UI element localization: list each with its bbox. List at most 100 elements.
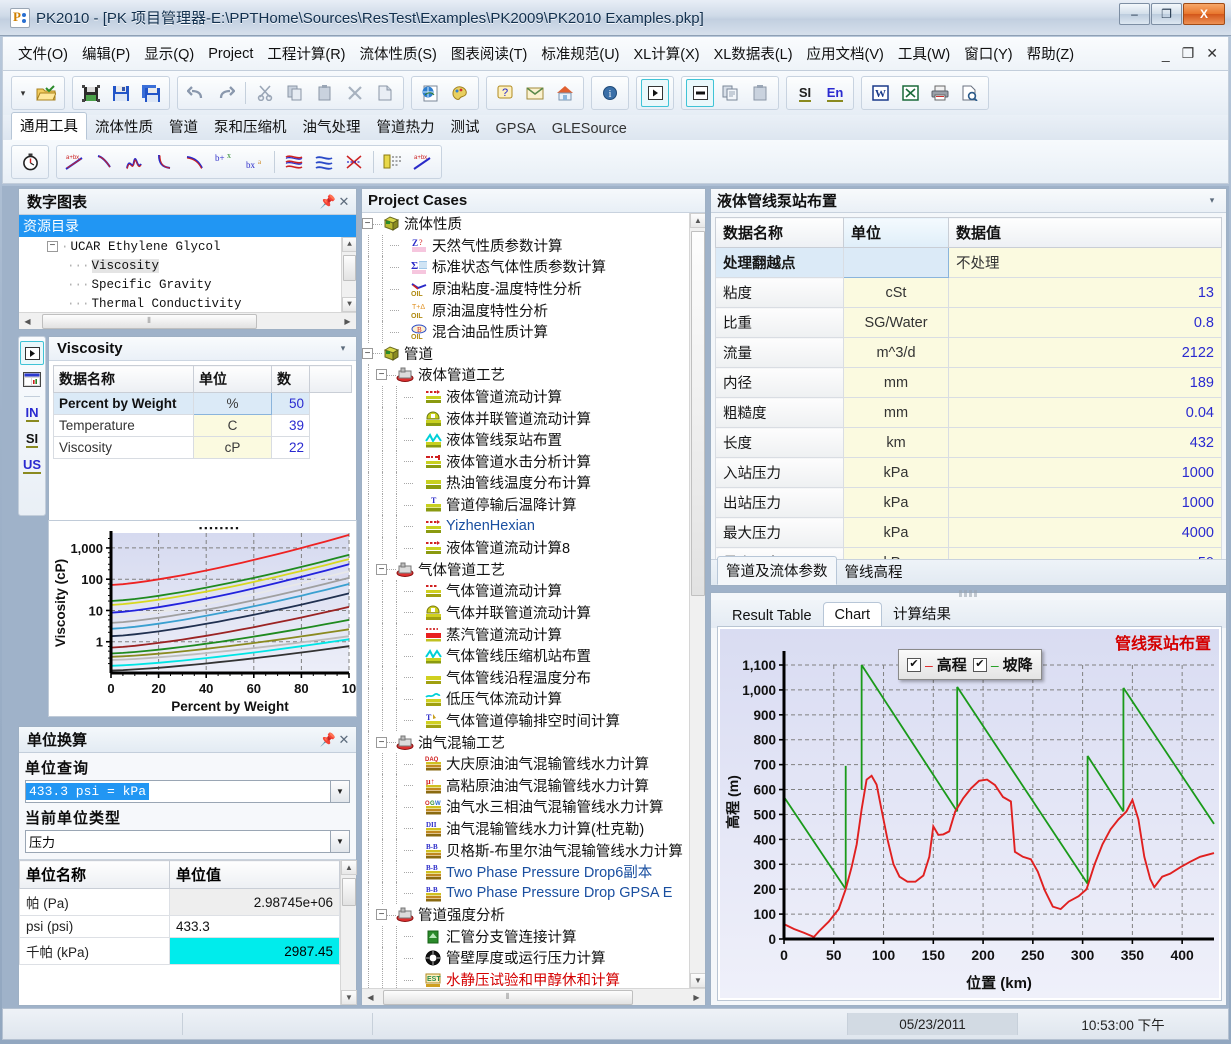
tab-pipeline-thermal[interactable]: 管道热力 <box>369 114 443 140</box>
table-row[interactable]: Temperature C 39 <box>53 414 352 437</box>
unit-values-table[interactable]: 单位名称 单位值 帕 (Pa) 2.98745e+06 psi (psi) 43… <box>19 860 340 965</box>
save-project-icon[interactable] <box>77 79 105 107</box>
tree-item-4[interactable]: T+Δ OIL 原油温度特性分析 <box>362 299 689 321</box>
tree-item-15[interactable]: 液体管道流动计算8 <box>362 536 689 559</box>
expander-icon[interactable]: − <box>362 218 373 230</box>
scroll-down-icon[interactable]: ▼ <box>341 990 357 1005</box>
units-si-button[interactable]: SI <box>20 428 44 452</box>
viscosity-chart[interactable]: 1 10 100 1,000 0 20 40 60 80 10 Percent by Weight V… <box>48 520 357 717</box>
home-icon[interactable] <box>551 79 579 107</box>
tree-item-19[interactable]: 蒸汽管道流动计算 <box>362 623 689 645</box>
cell-unit[interactable]: cSt <box>843 277 949 308</box>
chart-legend[interactable]: ✔ – 高程 ✔ – 坡降 <box>898 649 1042 680</box>
table-row[interactable]: Viscosity cP 22 <box>53 436 352 459</box>
table-row[interactable]: 粘度 cSt 13 <box>715 277 1222 308</box>
tree-item-2[interactable]: Σ 标准状态气体性质参数计算 <box>362 256 689 278</box>
unit-query-value[interactable]: 433.3 psi = kPa <box>26 783 150 800</box>
tree-item-29[interactable]: B-B 贝格斯-布里尔油气混输管线水力计算 <box>362 839 689 861</box>
unit-type-value[interactable]: 压力 <box>26 832 330 851</box>
scroll-up-icon[interactable]: ▲ <box>341 860 357 875</box>
tab-pipe-fluid-params[interactable]: 管道及流体参数 <box>717 556 837 585</box>
scroll-down-icon[interactable]: ▼ <box>342 297 356 312</box>
scroll-up-icon[interactable]: ▲ <box>690 213 705 228</box>
scroll-right-icon[interactable]: ▶ <box>339 314 356 329</box>
pin-icon[interactable]: 📌 <box>320 194 336 210</box>
menu-item-help[interactable]: 帮助(Z) <box>1020 40 1082 67</box>
dropdown-arrow-icon[interactable]: ▾ <box>16 79 30 107</box>
resource-tree[interactable]: − · UCAR Ethylene Glycol ··· Viscosity ···… <box>19 237 356 312</box>
cell-unit[interactable]: % <box>193 392 272 415</box>
chevron-down-icon[interactable]: ▼ <box>330 831 349 852</box>
cell-unit[interactable]: kPa <box>843 457 949 488</box>
panel-grip[interactable]: ⦀⦀⦀⦀ <box>711 589 1226 600</box>
hscroll-thumb[interactable]: ⦀ <box>383 989 633 1005</box>
menu-item-project[interactable]: Project <box>201 43 260 65</box>
table-row[interactable]: 比重 SG/Water 0.8 <box>715 307 1222 338</box>
cell-value[interactable]: 13 <box>948 277 1222 308</box>
tree-item-13[interactable]: T 管道停输后温降计算 <box>362 493 689 516</box>
tree-item-0[interactable]: − 流体性质 <box>362 213 689 235</box>
project-cases-tree[interactable]: − 流体性质 Z? 天然气性质参数计算 Σ 标准状态气体性质参数计算 OIL 原油粘度-温度特… <box>362 213 705 988</box>
cell-value[interactable]: 4000 <box>948 517 1222 548</box>
tab-oil-gas-processing[interactable]: 油气处理 <box>295 114 369 140</box>
en-units-icon[interactable]: En <box>821 79 849 107</box>
table-row[interactable]: 入站压力 kPa 1000 <box>715 457 1222 488</box>
tree-item-thermal-conductivity[interactable]: ··· Thermal Conductivity <box>19 294 356 312</box>
scroll-up-icon[interactable]: ▲ <box>342 237 356 252</box>
hscroll-thumb[interactable]: ⦀ <box>42 313 257 329</box>
tree-item-9[interactable]: 液体并联管道流动计算 <box>362 407 689 429</box>
export-excel-icon[interactable] <box>896 79 924 107</box>
hscroll-track[interactable]: ⦀ <box>379 989 688 1005</box>
new-doc-icon[interactable] <box>371 79 399 107</box>
cell-unit-value[interactable]: 433.3 <box>169 915 340 938</box>
menu-item-edit[interactable]: 编辑(P) <box>75 40 137 67</box>
save-all-icon[interactable] <box>137 79 165 107</box>
scroll-left-icon[interactable]: ◀ <box>19 314 36 329</box>
expander-icon[interactable]: − <box>376 736 387 748</box>
curve-fit-bxa-icon[interactable]: bx a <box>241 148 269 176</box>
cell-unit[interactable]: C <box>193 414 272 437</box>
curve-fit-power-icon[interactable] <box>91 148 119 176</box>
tree-item-25[interactable]: DAQ 大庆原油油气混输管线水力计算 <box>362 752 689 775</box>
info-icon[interactable]: i <box>596 79 624 107</box>
mdi-close-button[interactable]: ✕ <box>1206 45 1218 62</box>
case-parameters-table[interactable]: 数据名称 单位 数据值 处理翻越点 不处理 粘度 cSt 13 比重 SG/Wa… <box>715 217 1222 578</box>
close-icon[interactable]: ✕ <box>336 732 352 748</box>
tree-item-specific-gravity[interactable]: ··· Specific Gravity <box>19 275 356 294</box>
menu-item-xl-datasheet[interactable]: XL数据表(L) <box>707 40 800 67</box>
tree-item-26[interactable]: μ↑ 高粘原油油气混输管线水力计算 <box>362 774 689 796</box>
chevron-down-icon[interactable]: ▾ <box>335 341 351 357</box>
cell-unit[interactable]: cP <box>193 436 272 459</box>
table-row[interactable]: 粗糙度 mm 0.04 <box>715 397 1222 428</box>
run-icon[interactable] <box>641 79 669 107</box>
cell-unit[interactable]: kPa <box>843 487 949 518</box>
save-icon[interactable] <box>107 79 135 107</box>
table-row[interactable]: 帕 (Pa) 2.98745e+06 <box>19 888 340 916</box>
table-row[interactable]: 出站压力 kPa 1000 <box>715 487 1222 518</box>
tab-glesource[interactable]: GLESource <box>544 119 635 140</box>
tree-item-27[interactable]: O G W 油气水三相油气混输管线水力计算 <box>362 796 689 818</box>
cell-unit[interactable]: m^3/d <box>843 337 949 368</box>
help-icon[interactable]: ? <box>491 79 519 107</box>
minimize-button[interactable]: – <box>1119 3 1150 25</box>
tree-item-ucar-ethylene-glycol[interactable]: − · UCAR Ethylene Glycol <box>19 237 356 256</box>
tab-general-tools[interactable]: 通用工具 <box>11 112 87 140</box>
tree-item-35[interactable]: EST 水静压试验和甲醇休和计算 <box>362 968 689 988</box>
menu-item-file[interactable]: 文件(O) <box>11 40 75 67</box>
legend-checkbox-elevation[interactable]: ✔ <box>907 657 921 672</box>
scroll-right-icon[interactable]: ▶ <box>688 990 705 1005</box>
menu-item-engineering-calc[interactable]: 工程计算(R) <box>260 40 352 67</box>
tab-pumps-compressors[interactable]: 泵和压缩机 <box>206 114 295 140</box>
open-folder-icon[interactable] <box>32 79 60 107</box>
curve-fit-log-icon[interactable] <box>181 148 209 176</box>
chevron-down-icon[interactable]: ▾ <box>1204 193 1220 209</box>
tree-item-8[interactable]: 液体管道流动计算 <box>362 385 689 408</box>
paste-icon[interactable] <box>311 79 339 107</box>
tree-item-23[interactable]: T 气体管道停输排空时间计算 <box>362 709 689 732</box>
cell-unit-value[interactable]: 2987.45 <box>169 937 340 965</box>
menu-item-app-docs[interactable]: 应用文档(V) <box>800 40 891 67</box>
project-tree-hscrollbar[interactable]: ◀ ⦀ ▶ <box>362 988 705 1005</box>
pipeline-pump-station-chart[interactable]: 管线泵站布置 0 100 200 300 400 500 600 700 800 900 1,000 1… <box>717 626 1222 1001</box>
cell-unit-value[interactable]: 2.98745e+06 <box>169 888 340 916</box>
table-row[interactable]: 千帕 (kPa) 2987.45 <box>19 937 340 965</box>
